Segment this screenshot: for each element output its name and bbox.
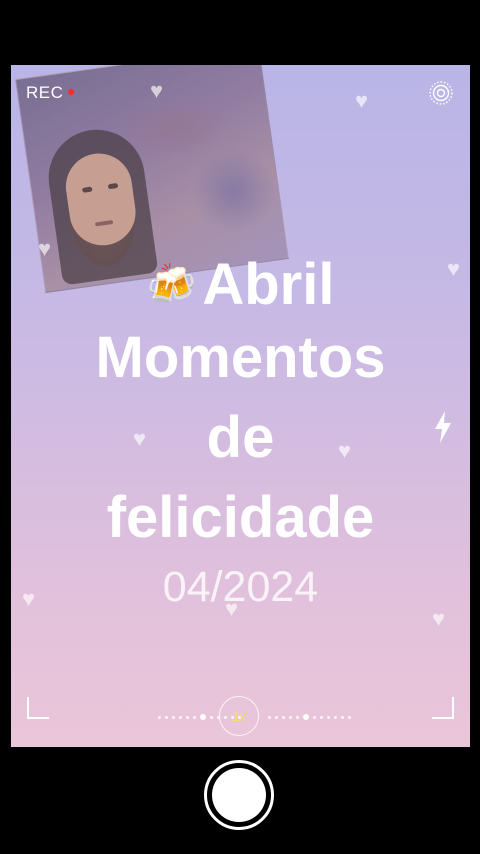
heart-icon: ♥ bbox=[355, 88, 369, 113]
rec-label: REC bbox=[26, 83, 64, 102]
beer-emoji: 🍻 bbox=[146, 263, 197, 307]
heart-icon: ♥ bbox=[150, 78, 164, 103]
zoom-button[interactable]: 1x bbox=[219, 696, 259, 736]
title-line-4: felicidade bbox=[106, 485, 375, 550]
title-line-3: de bbox=[206, 405, 275, 470]
title-line-1: Abril bbox=[202, 252, 335, 317]
frame-corner-bottom-left bbox=[27, 697, 49, 719]
overlay-title: 🍻 Abril Momentos de felicidade bbox=[11, 252, 470, 558]
title-line-2: Momentos bbox=[95, 325, 386, 390]
shutter-button[interactable] bbox=[212, 768, 266, 822]
rec-dot bbox=[68, 89, 74, 95]
zoom-scale-right bbox=[268, 714, 351, 720]
date-label: 04/2024 bbox=[162, 563, 319, 611]
live-photo-icon[interactable] bbox=[428, 80, 454, 106]
frame-corner-bottom-right bbox=[432, 697, 454, 719]
